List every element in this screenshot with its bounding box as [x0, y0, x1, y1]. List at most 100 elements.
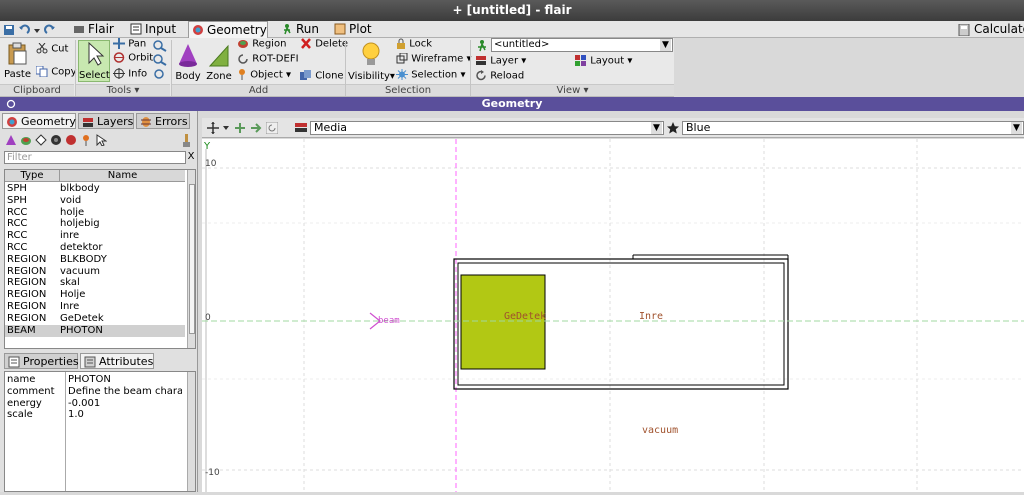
- select-button[interactable]: Select: [78, 40, 110, 82]
- list-item[interactable]: SPH blkbody: [5, 183, 185, 195]
- attribute-row[interactable]: energy -0.001: [5, 398, 185, 410]
- tab-geometry[interactable]: Geometry: [188, 21, 268, 38]
- rot-defi-button[interactable]: ROT-DEFI: [237, 53, 299, 65]
- move-tool-icon[interactable]: [206, 122, 220, 134]
- attribute-value[interactable]: 1.0: [68, 409, 182, 421]
- project-combo[interactable]: <untitled> ▼: [491, 38, 673, 52]
- rotation-icon: [238, 54, 248, 64]
- attribute-key: comment: [7, 385, 55, 397]
- attribute-row[interactable]: name PHOTON: [5, 374, 185, 386]
- attributes-scrollbar[interactable]: [187, 372, 195, 491]
- calculator-icon[interactable]: [958, 24, 970, 36]
- attribute-row[interactable]: scale 1.0: [5, 409, 185, 421]
- move-icon[interactable]: [234, 122, 246, 134]
- y-tick-label: 10: [205, 159, 217, 169]
- chevron-down-icon[interactable]: ▼: [1011, 122, 1022, 134]
- list-item[interactable]: REGION Inre: [5, 301, 185, 313]
- layout-menu-button[interactable]: Layout ▾: [575, 55, 632, 67]
- zoom-out-icon[interactable]: [153, 54, 167, 66]
- list-item[interactable]: RCC detektor: [5, 242, 185, 254]
- tab-flair[interactable]: Flair: [70, 21, 124, 38]
- star-icon[interactable]: [666, 121, 680, 135]
- filter-zone-icon[interactable]: [35, 134, 47, 146]
- column-header-type[interactable]: Type: [5, 170, 59, 182]
- filter-body-icon[interactable]: [5, 134, 17, 146]
- filter-clear-button[interactable]: X: [186, 151, 196, 164]
- orbit-button[interactable]: Orbit: [113, 52, 153, 64]
- filter-input[interactable]: Filter: [4, 151, 186, 164]
- delete-button[interactable]: Delete: [300, 38, 348, 50]
- geometry-viewport[interactable]: Y 10 0 -10 beam GeDetek Inre vacuum: [202, 139, 1024, 492]
- chevron-down-icon[interactable]: ▼: [651, 122, 662, 134]
- save-icon[interactable]: [3, 24, 15, 36]
- tab-attributes[interactable]: Attributes: [80, 353, 154, 369]
- refresh-icon[interactable]: [266, 122, 278, 134]
- lock-button[interactable]: Lock: [396, 38, 432, 50]
- column-header-name[interactable]: Name: [59, 170, 185, 182]
- filter-beam-icon[interactable]: [65, 134, 77, 146]
- frame-menu-icon[interactable]: [6, 99, 16, 109]
- region-button[interactable]: Region: [237, 38, 286, 50]
- filter-marker-icon[interactable]: [80, 134, 92, 146]
- layer-combo[interactable]: Media ▼: [310, 121, 664, 135]
- attribute-row[interactable]: comment Define the beam charac: [5, 386, 185, 398]
- list-item[interactable]: RCC holje: [5, 207, 185, 219]
- list-item[interactable]: RCC inre: [5, 230, 185, 242]
- list-item[interactable]: RCC holjebig: [5, 218, 185, 230]
- color-combo[interactable]: Blue ▼: [682, 121, 1024, 135]
- info-button[interactable]: Info: [113, 68, 147, 80]
- tab-properties[interactable]: Properties: [4, 353, 79, 369]
- gedetek-detector-region[interactable]: [460, 274, 546, 370]
- list-item[interactable]: REGION BLKBODY: [5, 254, 185, 266]
- filter-transform-icon[interactable]: [50, 134, 62, 146]
- redo-icon[interactable]: [44, 24, 56, 36]
- list-item[interactable]: REGION GeDetek: [5, 313, 185, 325]
- undo-icon[interactable]: [18, 24, 30, 36]
- undo-dropdown-icon[interactable]: [33, 24, 41, 36]
- zoom-in-icon[interactable]: [153, 40, 167, 52]
- zone-button[interactable]: Zone: [204, 42, 234, 82]
- layout-grid-icon: [575, 55, 586, 66]
- reload-button[interactable]: Reload: [475, 70, 524, 82]
- list-item[interactable]: BEAM PHOTON: [5, 324, 185, 337]
- pan-button[interactable]: Pan: [113, 38, 146, 50]
- move-tool-dropdown-icon[interactable]: [222, 122, 230, 134]
- filter-region-icon[interactable]: [20, 134, 32, 146]
- body-button[interactable]: Body: [174, 42, 202, 82]
- copy-button[interactable]: Copy: [35, 65, 77, 78]
- paste-button[interactable]: Paste: [4, 42, 31, 80]
- list-scrollbar[interactable]: [187, 170, 195, 348]
- viewport-svg[interactable]: Y 10 0 -10 beam GeDetek Inre vacuum: [202, 139, 1024, 492]
- add-group-label: Add: [172, 84, 345, 96]
- cut-button[interactable]: Cut: [36, 42, 68, 55]
- flair-icon: [74, 26, 84, 33]
- attribute-value[interactable]: PHOTON: [68, 374, 182, 386]
- left-tab-geometry[interactable]: Geometry: [2, 113, 76, 129]
- tab-plot[interactable]: Plot: [331, 21, 375, 38]
- tab-input[interactable]: Input: [127, 21, 183, 38]
- selection-menu-button[interactable]: Selection ▾: [396, 69, 465, 81]
- attribute-value[interactable]: Define the beam charac: [68, 386, 182, 398]
- cone-body-icon: [179, 44, 197, 67]
- tab-run[interactable]: Run: [278, 21, 326, 38]
- filter-pointer-icon[interactable]: [95, 134, 107, 146]
- object-menu-button[interactable]: Object ▾: [237, 69, 291, 81]
- chevron-down-icon[interactable]: ▼: [660, 39, 671, 51]
- list-item[interactable]: REGION Holje: [5, 289, 185, 301]
- attribute-value[interactable]: -0.001: [68, 398, 182, 410]
- list-scrollbar-thumb[interactable]: [189, 184, 195, 334]
- left-tab-layers[interactable]: Layers: [78, 113, 134, 129]
- list-item[interactable]: REGION vacuum: [5, 266, 185, 278]
- left-tab-errors[interactable]: Errors: [136, 113, 190, 129]
- arrow-right-icon[interactable]: [250, 122, 262, 134]
- calculator-label[interactable]: Calculato: [974, 22, 1024, 36]
- wireframe-menu-button[interactable]: Wireframe ▾: [396, 52, 472, 65]
- clone-button[interactable]: Clone: [300, 70, 344, 82]
- list-item[interactable]: REGION skal: [5, 277, 185, 289]
- viewport-grid: [202, 139, 1024, 492]
- layer-menu-button[interactable]: Layer ▾: [475, 55, 526, 67]
- list-item[interactable]: SPH void: [5, 195, 185, 207]
- brush-icon[interactable]: [180, 134, 192, 148]
- visibility-menu-button[interactable]: Visibility▾: [348, 40, 395, 82]
- zoom-fit-icon[interactable]: [153, 68, 167, 80]
